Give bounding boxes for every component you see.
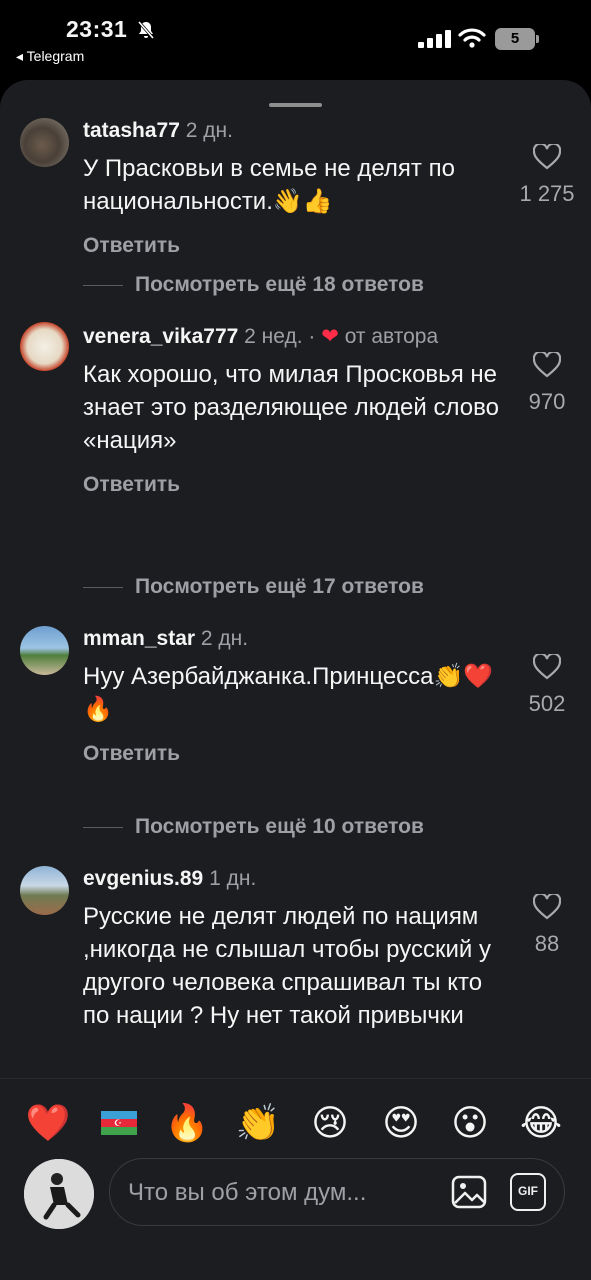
- like-control[interactable]: 1 275: [512, 142, 582, 207]
- comment-input[interactable]: [128, 1173, 428, 1213]
- reaction-laughing-button[interactable]: 😂: [517, 1099, 565, 1147]
- comment-text: Нуу Азербайджанка.Принцесса👏❤️🔥: [83, 663, 494, 723]
- comment-meta: evgenius.89 1 дн.: [83, 864, 503, 894]
- more-replies-label[interactable]: Посмотреть ещё 18 ответов: [135, 270, 424, 300]
- comment-age: 2 дн.: [185, 119, 233, 142]
- reaction-heart-eyes-button[interactable]: 😍: [377, 1099, 425, 1147]
- comment-text: Русские не делят людей по нациям ,никогд…: [83, 903, 491, 1029]
- like-count: 502: [528, 691, 566, 716]
- comment-meta: tatasha77 2 дн.: [83, 116, 503, 146]
- view-more-replies-button[interactable]: Посмотреть ещё 18 ответов: [83, 270, 503, 300]
- comment-input-pill[interactable]: GIF: [109, 1158, 565, 1226]
- heart-outline-icon[interactable]: [532, 892, 562, 920]
- comment-meta: mman_star 2 дн.: [83, 624, 503, 654]
- like-control[interactable]: 88: [512, 892, 582, 957]
- my-avatar: [24, 1159, 94, 1229]
- muted-bell-icon: [137, 21, 155, 39]
- liked-by-author-label: от автора: [344, 325, 439, 348]
- comment-username[interactable]: venera_vika777: [83, 325, 238, 348]
- view-more-replies-button[interactable]: Посмотреть ещё 17 ответов: [83, 572, 503, 602]
- user-avatar[interactable]: [20, 626, 69, 675]
- reply-button[interactable]: Ответить: [83, 742, 503, 766]
- gif-picker-button[interactable]: GIF: [510, 1173, 546, 1211]
- comment-username[interactable]: tatasha77: [83, 119, 180, 142]
- wifi-icon: [458, 28, 486, 48]
- comment-age: 2 нед. ·: [244, 325, 316, 348]
- person-photo-icon: [24, 1159, 94, 1229]
- divider-line: [83, 285, 123, 286]
- battery-indicator: 5: [495, 28, 539, 50]
- view-more-replies-button[interactable]: Посмотреть ещё 10 ответов: [83, 812, 503, 842]
- heart-outline-icon[interactable]: [532, 142, 562, 170]
- quick-reactions-row: ❤️ ☪ 🔥 👏 😢 😍 😮 😂: [0, 1089, 591, 1149]
- comment-age: 1 дн.: [209, 867, 257, 890]
- like-control[interactable]: 502: [512, 652, 582, 717]
- reaction-azerbaijan-flag-button[interactable]: ☪: [101, 1111, 137, 1135]
- reply-button[interactable]: Ответить: [83, 473, 503, 497]
- comment-meta: venera_vika777 2 нед. · ❤ от автора: [83, 322, 503, 352]
- more-replies-label[interactable]: Посмотреть ещё 17 ответов: [135, 572, 424, 602]
- reply-button[interactable]: Ответить: [83, 234, 503, 258]
- heart-outline-icon[interactable]: [532, 652, 562, 680]
- reaction-clap-button[interactable]: 👏: [234, 1099, 282, 1147]
- user-avatar[interactable]: [20, 322, 69, 371]
- comment-username[interactable]: evgenius.89: [83, 867, 203, 890]
- like-count: 1 275: [519, 181, 575, 206]
- comment-text: У Прасковьи в семье не делят по национал…: [83, 155, 455, 215]
- status-time: 23:31: [66, 16, 128, 42]
- sheet-drag-handle[interactable]: [269, 103, 322, 107]
- cellular-signal-icon: [418, 30, 451, 48]
- comment-text: Как хорошо, что милая Просковья не знает…: [83, 361, 499, 454]
- divider-line: [83, 827, 123, 828]
- battery-level: 5: [510, 30, 520, 47]
- heart-outline-icon[interactable]: [532, 350, 562, 378]
- like-count: 88: [534, 931, 560, 956]
- user-avatar[interactable]: [20, 118, 69, 167]
- like-control[interactable]: 970: [512, 350, 582, 415]
- reaction-fire-button[interactable]: 🔥: [163, 1099, 211, 1147]
- status-bar: 23:31 ◂ Telegram 5: [0, 0, 591, 80]
- user-avatar[interactable]: [20, 866, 69, 915]
- reaction-crying-button[interactable]: 😢: [306, 1099, 354, 1147]
- divider-line: [83, 587, 123, 588]
- back-to-telegram-link[interactable]: ◂ Telegram: [16, 48, 84, 65]
- creator-heart-icon: ❤: [321, 325, 339, 348]
- comment-username[interactable]: mman_star: [83, 627, 195, 650]
- reaction-surprised-button[interactable]: 😮: [446, 1099, 494, 1147]
- comment-age: 2 дн.: [200, 627, 249, 650]
- more-replies-label[interactable]: Посмотреть ещё 10 ответов: [135, 812, 424, 842]
- image-picker-icon[interactable]: [450, 1173, 488, 1211]
- comment-composer-bar: ❤️ ☪ 🔥 👏 😢 😍 😮 😂 GIF: [0, 1078, 591, 1280]
- reaction-heart-button[interactable]: ❤️: [24, 1099, 72, 1147]
- like-count: 970: [528, 389, 566, 414]
